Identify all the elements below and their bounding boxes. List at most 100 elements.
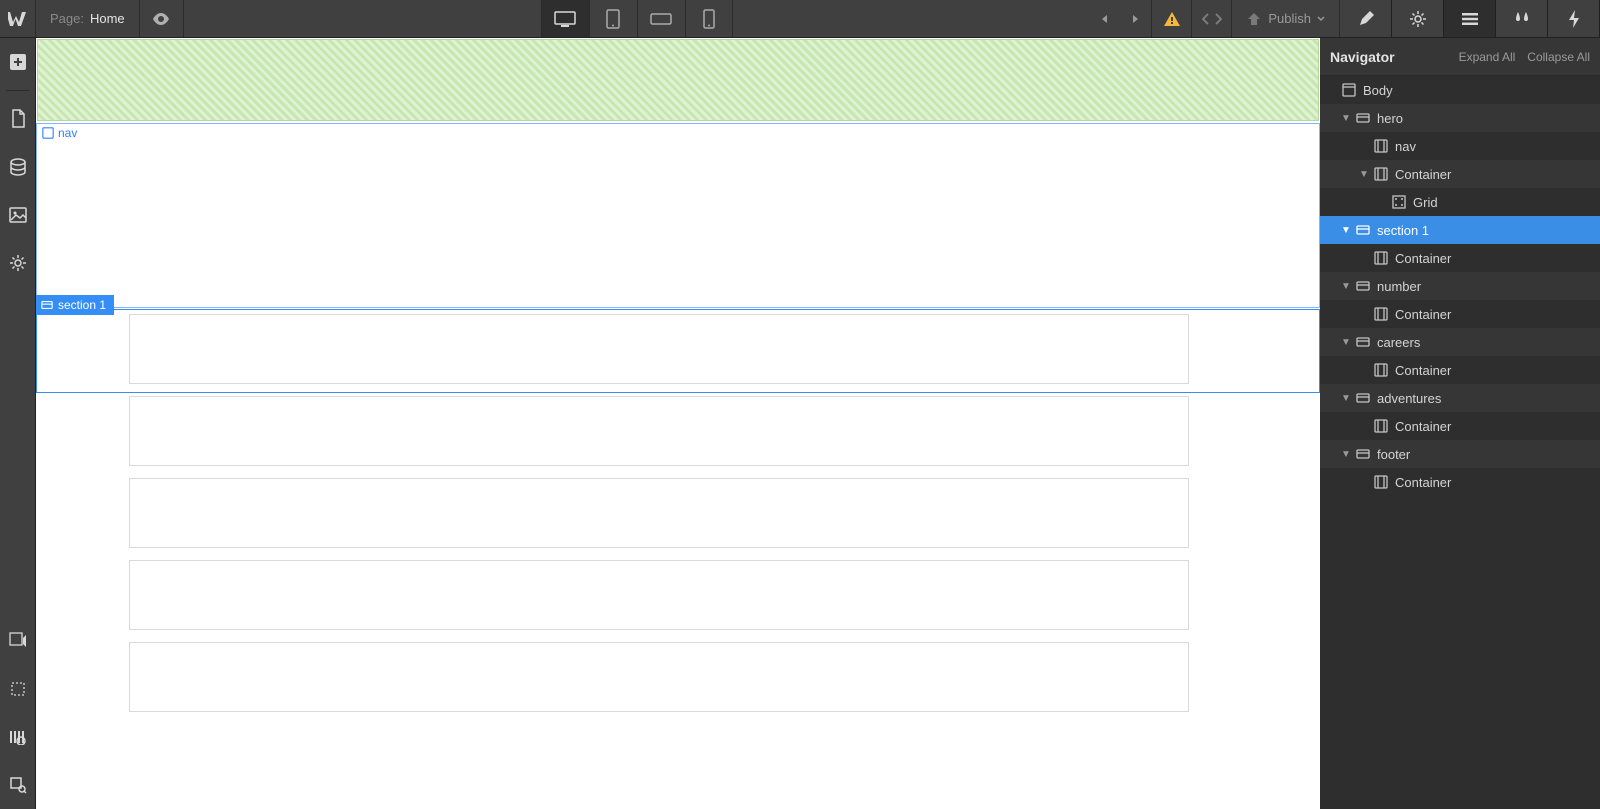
section-icon	[1355, 391, 1371, 405]
margin-indicator	[37, 39, 1319, 121]
device-mobile[interactable]	[685, 0, 733, 37]
container-icon	[1373, 307, 1389, 321]
publish-icon	[1246, 12, 1262, 26]
assets-button[interactable]	[0, 191, 35, 239]
warning-button[interactable]	[1151, 0, 1191, 37]
grid-icon	[1391, 195, 1407, 209]
chevron-down-icon	[1317, 16, 1325, 22]
page-name: Home	[90, 11, 125, 26]
audit-button[interactable]	[0, 665, 35, 713]
tree-row-Container[interactable]: Container	[1320, 412, 1600, 440]
navigator-tree: Body▼heronav▼ContainerGrid▼section 1Cont…	[1320, 76, 1600, 809]
navigator-title: Navigator	[1330, 49, 1395, 65]
tree-row-Container[interactable]: Container	[1320, 356, 1600, 384]
canvas-container-3[interactable]	[129, 478, 1189, 548]
settings-button[interactable]	[0, 239, 35, 287]
pages-button[interactable]	[0, 95, 35, 143]
redo-button[interactable]	[1111, 0, 1151, 37]
container-icon	[1373, 475, 1389, 489]
navigator-panel: Navigator Expand All Collapse All Body ▼h…	[1320, 38, 1600, 809]
tree-row-number[interactable]: ▼ number	[1320, 272, 1600, 300]
add-element-button[interactable]	[0, 38, 35, 86]
tree-toggle[interactable]: ▼	[1340, 393, 1352, 404]
tree-label: Body	[1363, 83, 1393, 98]
tree-row-adventures[interactable]: ▼ adventures	[1320, 384, 1600, 412]
help-button[interactable]	[0, 617, 35, 665]
tree-row-Body[interactable]: Body	[1320, 76, 1600, 104]
tree-toggle[interactable]: ▼	[1340, 449, 1352, 460]
section-icon	[1355, 447, 1371, 461]
tree-label: adventures	[1377, 391, 1441, 406]
container-icon	[1373, 167, 1389, 181]
tree-row-Container[interactable]: Container	[1320, 468, 1600, 496]
xray-button[interactable]	[0, 713, 35, 761]
section1-element-label[interactable]: section 1	[36, 295, 114, 315]
expand-all-button[interactable]: Expand All	[1459, 50, 1516, 64]
tree-label: number	[1377, 279, 1421, 294]
tree-label: nav	[1395, 139, 1416, 154]
tree-label: Grid	[1413, 195, 1438, 210]
page-label: Page:	[50, 11, 84, 26]
container-icon	[1373, 139, 1389, 153]
canvas-container-1[interactable]	[129, 314, 1189, 384]
tree-label: Container	[1395, 475, 1451, 490]
body-icon	[1341, 83, 1357, 97]
tree-toggle[interactable]: ▼	[1340, 281, 1352, 292]
section-icon	[1355, 335, 1371, 349]
style-panel-tab[interactable]	[1340, 0, 1392, 37]
tree-label: section 1	[1377, 223, 1429, 238]
device-desktop[interactable]	[541, 0, 589, 37]
device-tablet[interactable]	[589, 0, 637, 37]
tree-row-nav[interactable]: nav	[1320, 132, 1600, 160]
tree-toggle[interactable]: ▼	[1340, 225, 1352, 236]
container-icon	[1373, 251, 1389, 265]
preview-button[interactable]	[140, 0, 184, 37]
navigator-panel-tab[interactable]	[1444, 0, 1496, 37]
topbar-left: Page: Home	[0, 0, 184, 37]
tree-toggle[interactable]: ▼	[1340, 113, 1352, 124]
left-toolbar	[0, 38, 36, 809]
canvas-container-5[interactable]	[129, 642, 1189, 712]
tree-row-Container[interactable]: Container	[1320, 300, 1600, 328]
tree-toggle[interactable]: ▼	[1358, 169, 1370, 180]
main-layout: nav section 1 Navigator Expand All Colla…	[0, 38, 1600, 809]
style-manager-tab[interactable]	[1496, 0, 1548, 37]
section-icon	[1355, 279, 1371, 293]
tree-row-careers[interactable]: ▼ careers	[1320, 328, 1600, 356]
topbar-right: Publish	[1089, 0, 1600, 37]
tree-label: Container	[1395, 419, 1451, 434]
tree-row-section-1[interactable]: ▼ section 1	[1320, 216, 1600, 244]
topbar: Page: Home	[0, 0, 1600, 38]
container-icon	[1373, 363, 1389, 377]
search-button[interactable]	[0, 761, 35, 809]
hero-outline[interactable]	[36, 123, 1320, 308]
device-tablet-landscape[interactable]	[637, 0, 685, 37]
tree-row-Container[interactable]: ▼Container	[1320, 160, 1600, 188]
section-icon	[41, 299, 53, 311]
cms-button[interactable]	[0, 143, 35, 191]
tree-label: Container	[1395, 251, 1451, 266]
canvas-container-4[interactable]	[129, 560, 1189, 630]
export-code-button[interactable]	[1191, 0, 1231, 37]
settings-panel-tab[interactable]	[1392, 0, 1444, 37]
tree-toggle[interactable]: ▼	[1340, 337, 1352, 348]
tree-label: careers	[1377, 335, 1420, 350]
canvas[interactable]: nav section 1	[36, 38, 1320, 809]
canvas-container-2[interactable]	[129, 396, 1189, 466]
publish-label: Publish	[1268, 11, 1311, 26]
nav-element-label[interactable]: nav	[38, 124, 83, 142]
tree-label: footer	[1377, 447, 1410, 462]
container-icon	[1373, 419, 1389, 433]
tree-row-Grid[interactable]: Grid	[1320, 188, 1600, 216]
webflow-logo[interactable]	[0, 0, 36, 37]
tree-label: Container	[1395, 363, 1451, 378]
tree-row-footer[interactable]: ▼ footer	[1320, 440, 1600, 468]
interactions-panel-tab[interactable]	[1548, 0, 1600, 37]
tree-label: Container	[1395, 307, 1451, 322]
tree-row-hero[interactable]: ▼hero	[1320, 104, 1600, 132]
collapse-all-button[interactable]: Collapse All	[1527, 50, 1590, 64]
publish-button[interactable]: Publish	[1231, 0, 1340, 37]
container-icon	[42, 127, 54, 139]
page-selector[interactable]: Page: Home	[36, 0, 140, 37]
tree-row-Container[interactable]: Container	[1320, 244, 1600, 272]
